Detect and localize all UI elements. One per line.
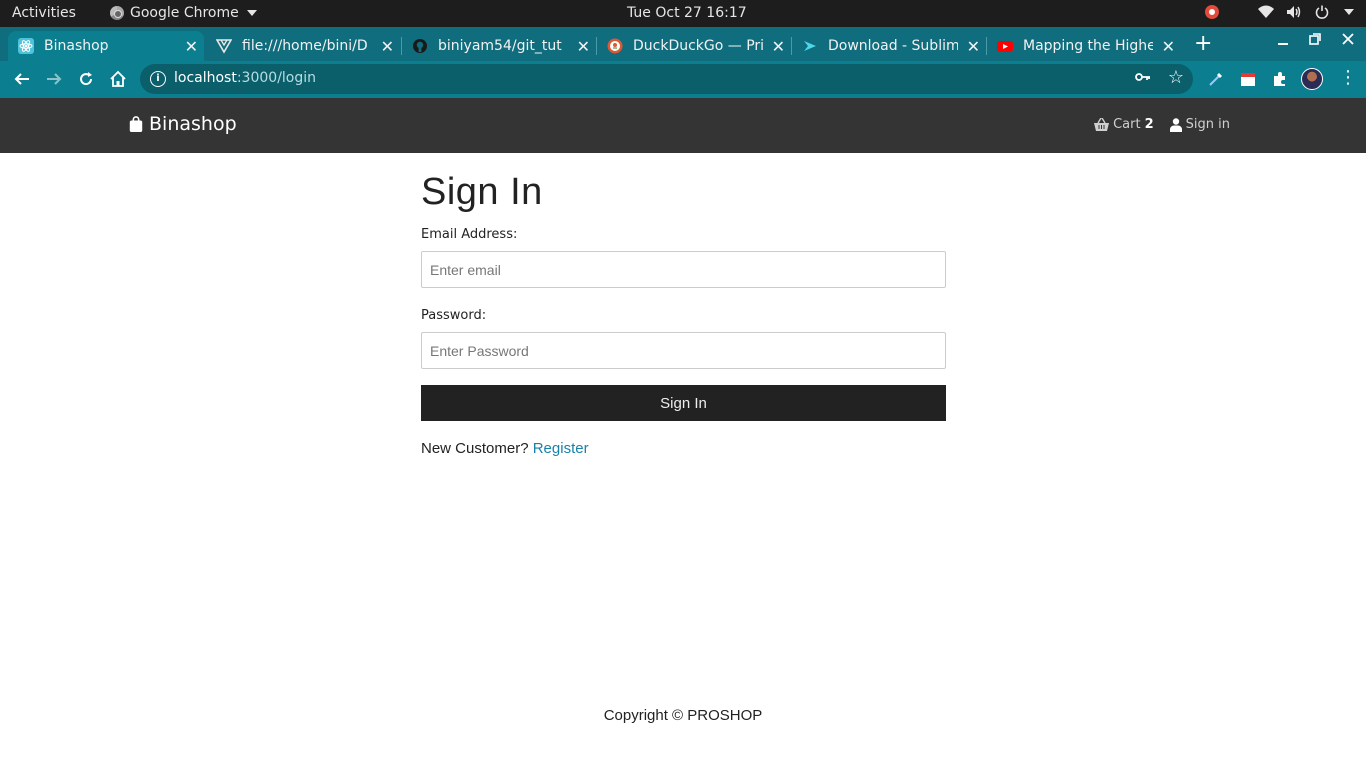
caret-down-icon: [1344, 9, 1354, 15]
more-menu-icon[interactable]: ⋮: [1339, 69, 1357, 87]
system-tray[interactable]: [1204, 4, 1354, 20]
duckduckgo-icon: [607, 38, 623, 54]
signin-form: Sign In Email Address: Password: Sign In…: [421, 153, 946, 457]
close-icon[interactable]: ✕: [967, 37, 980, 56]
user-icon: [1169, 117, 1182, 132]
tab-title: DuckDuckGo — Pri: [633, 38, 763, 54]
restore-icon[interactable]: [1307, 33, 1323, 49]
chrome-icon: [110, 6, 124, 20]
close-icon[interactable]: ✕: [772, 37, 785, 56]
clock[interactable]: Tue Oct 27 16:17: [627, 5, 747, 21]
email-field[interactable]: [421, 251, 946, 288]
extensions-puzzle-icon[interactable]: [1270, 69, 1290, 89]
page-title: Sign In: [421, 171, 543, 213]
tab-file[interactable]: file:///home/bini/D ✕: [206, 31, 400, 61]
app-menu[interactable]: Google Chrome: [110, 5, 257, 21]
url-text[interactable]: localhost:3000/login: [174, 70, 316, 86]
tab-title: biniyam54/git_tut: [438, 38, 562, 54]
close-icon[interactable]: ✕: [577, 37, 590, 56]
register-line: New Customer? Register: [421, 440, 946, 457]
github-icon: [412, 38, 428, 54]
new-tab-button[interactable]: +: [1194, 31, 1212, 56]
close-icon[interactable]: ✕: [1162, 37, 1175, 56]
register-link[interactable]: Register: [533, 440, 589, 457]
close-window-icon[interactable]: [1340, 33, 1356, 49]
tab-title: file:///home/bini/D: [242, 38, 368, 54]
caret-down-icon: [246, 10, 257, 16]
tab-sublime[interactable]: Download - Sublim ✕: [792, 31, 986, 61]
footer-copyright: Copyright © PROSHOP: [603, 707, 763, 724]
close-icon[interactable]: ✕: [381, 37, 394, 56]
volume-icon[interactable]: [1286, 4, 1302, 20]
color-picker-extension-icon[interactable]: [1206, 69, 1226, 89]
reload-button[interactable]: [76, 69, 96, 89]
brand-name: Binashop: [149, 113, 237, 135]
home-button[interactable]: [108, 69, 128, 89]
tab-duckduckgo[interactable]: DuckDuckGo — Pri ✕: [597, 31, 791, 61]
info-icon[interactable]: i: [150, 71, 166, 87]
tab-title: Mapping the Highe: [1023, 38, 1153, 54]
youtube-icon: [997, 38, 1013, 54]
new-customer-text: New Customer?: [421, 440, 529, 457]
close-icon[interactable]: ✕: [185, 37, 198, 56]
calendar-extension-icon[interactable]: [1238, 69, 1258, 89]
tab-title: Binashop: [44, 38, 109, 54]
tab-title: Download - Sublim: [828, 38, 958, 54]
shopping-bag-icon: [129, 116, 143, 132]
profile-avatar[interactable]: [1301, 68, 1323, 90]
shopping-basket-icon: [1094, 118, 1110, 131]
vue-icon: [216, 38, 232, 54]
forward-button[interactable]: [44, 69, 64, 89]
app-menu-label: Google Chrome: [130, 5, 239, 21]
cart-link[interactable]: Cart 2: [1094, 117, 1154, 132]
signin-submit-button[interactable]: Sign In: [421, 385, 946, 421]
cart-count: 2: [1144, 117, 1154, 132]
password-label: Password:: [421, 308, 487, 323]
tab-youtube[interactable]: Mapping the Highe ✕: [987, 31, 1181, 61]
signin-label: Sign in: [1185, 117, 1230, 132]
tab-strip: Binashop ✕ file:///home/bini/D ✕ biniyam…: [0, 27, 1366, 61]
activities-button[interactable]: Activities: [12, 5, 76, 21]
key-icon[interactable]: [1135, 71, 1151, 87]
app-navbar: Binashop Cart 2 Sign in: [0, 98, 1366, 153]
sublime-icon: [802, 38, 818, 54]
system-top-bar: Activities Google Chrome Tue Oct 27 16:1…: [0, 0, 1366, 27]
back-button[interactable]: [12, 69, 32, 89]
wifi-icon[interactable]: [1258, 4, 1274, 20]
tab-binashop[interactable]: Binashop ✕: [8, 31, 204, 61]
address-bar[interactable]: i localhost:3000/login ☆: [140, 64, 1193, 94]
minimize-icon[interactable]: [1275, 33, 1291, 49]
password-field[interactable]: [421, 332, 946, 369]
bookmark-star-icon[interactable]: ☆: [1168, 67, 1184, 88]
brand-link[interactable]: Binashop: [128, 113, 237, 135]
browser-toolbar: i localhost:3000/login ☆: [0, 61, 1366, 98]
cart-label: Cart: [1113, 117, 1141, 132]
tab-github[interactable]: biniyam54/git_tut ✕: [402, 31, 596, 61]
record-indicator-icon[interactable]: [1204, 4, 1220, 20]
email-label: Email Address:: [421, 227, 518, 242]
signin-link[interactable]: Sign in: [1169, 117, 1230, 132]
react-icon: [18, 38, 34, 54]
power-icon[interactable]: [1314, 4, 1330, 20]
